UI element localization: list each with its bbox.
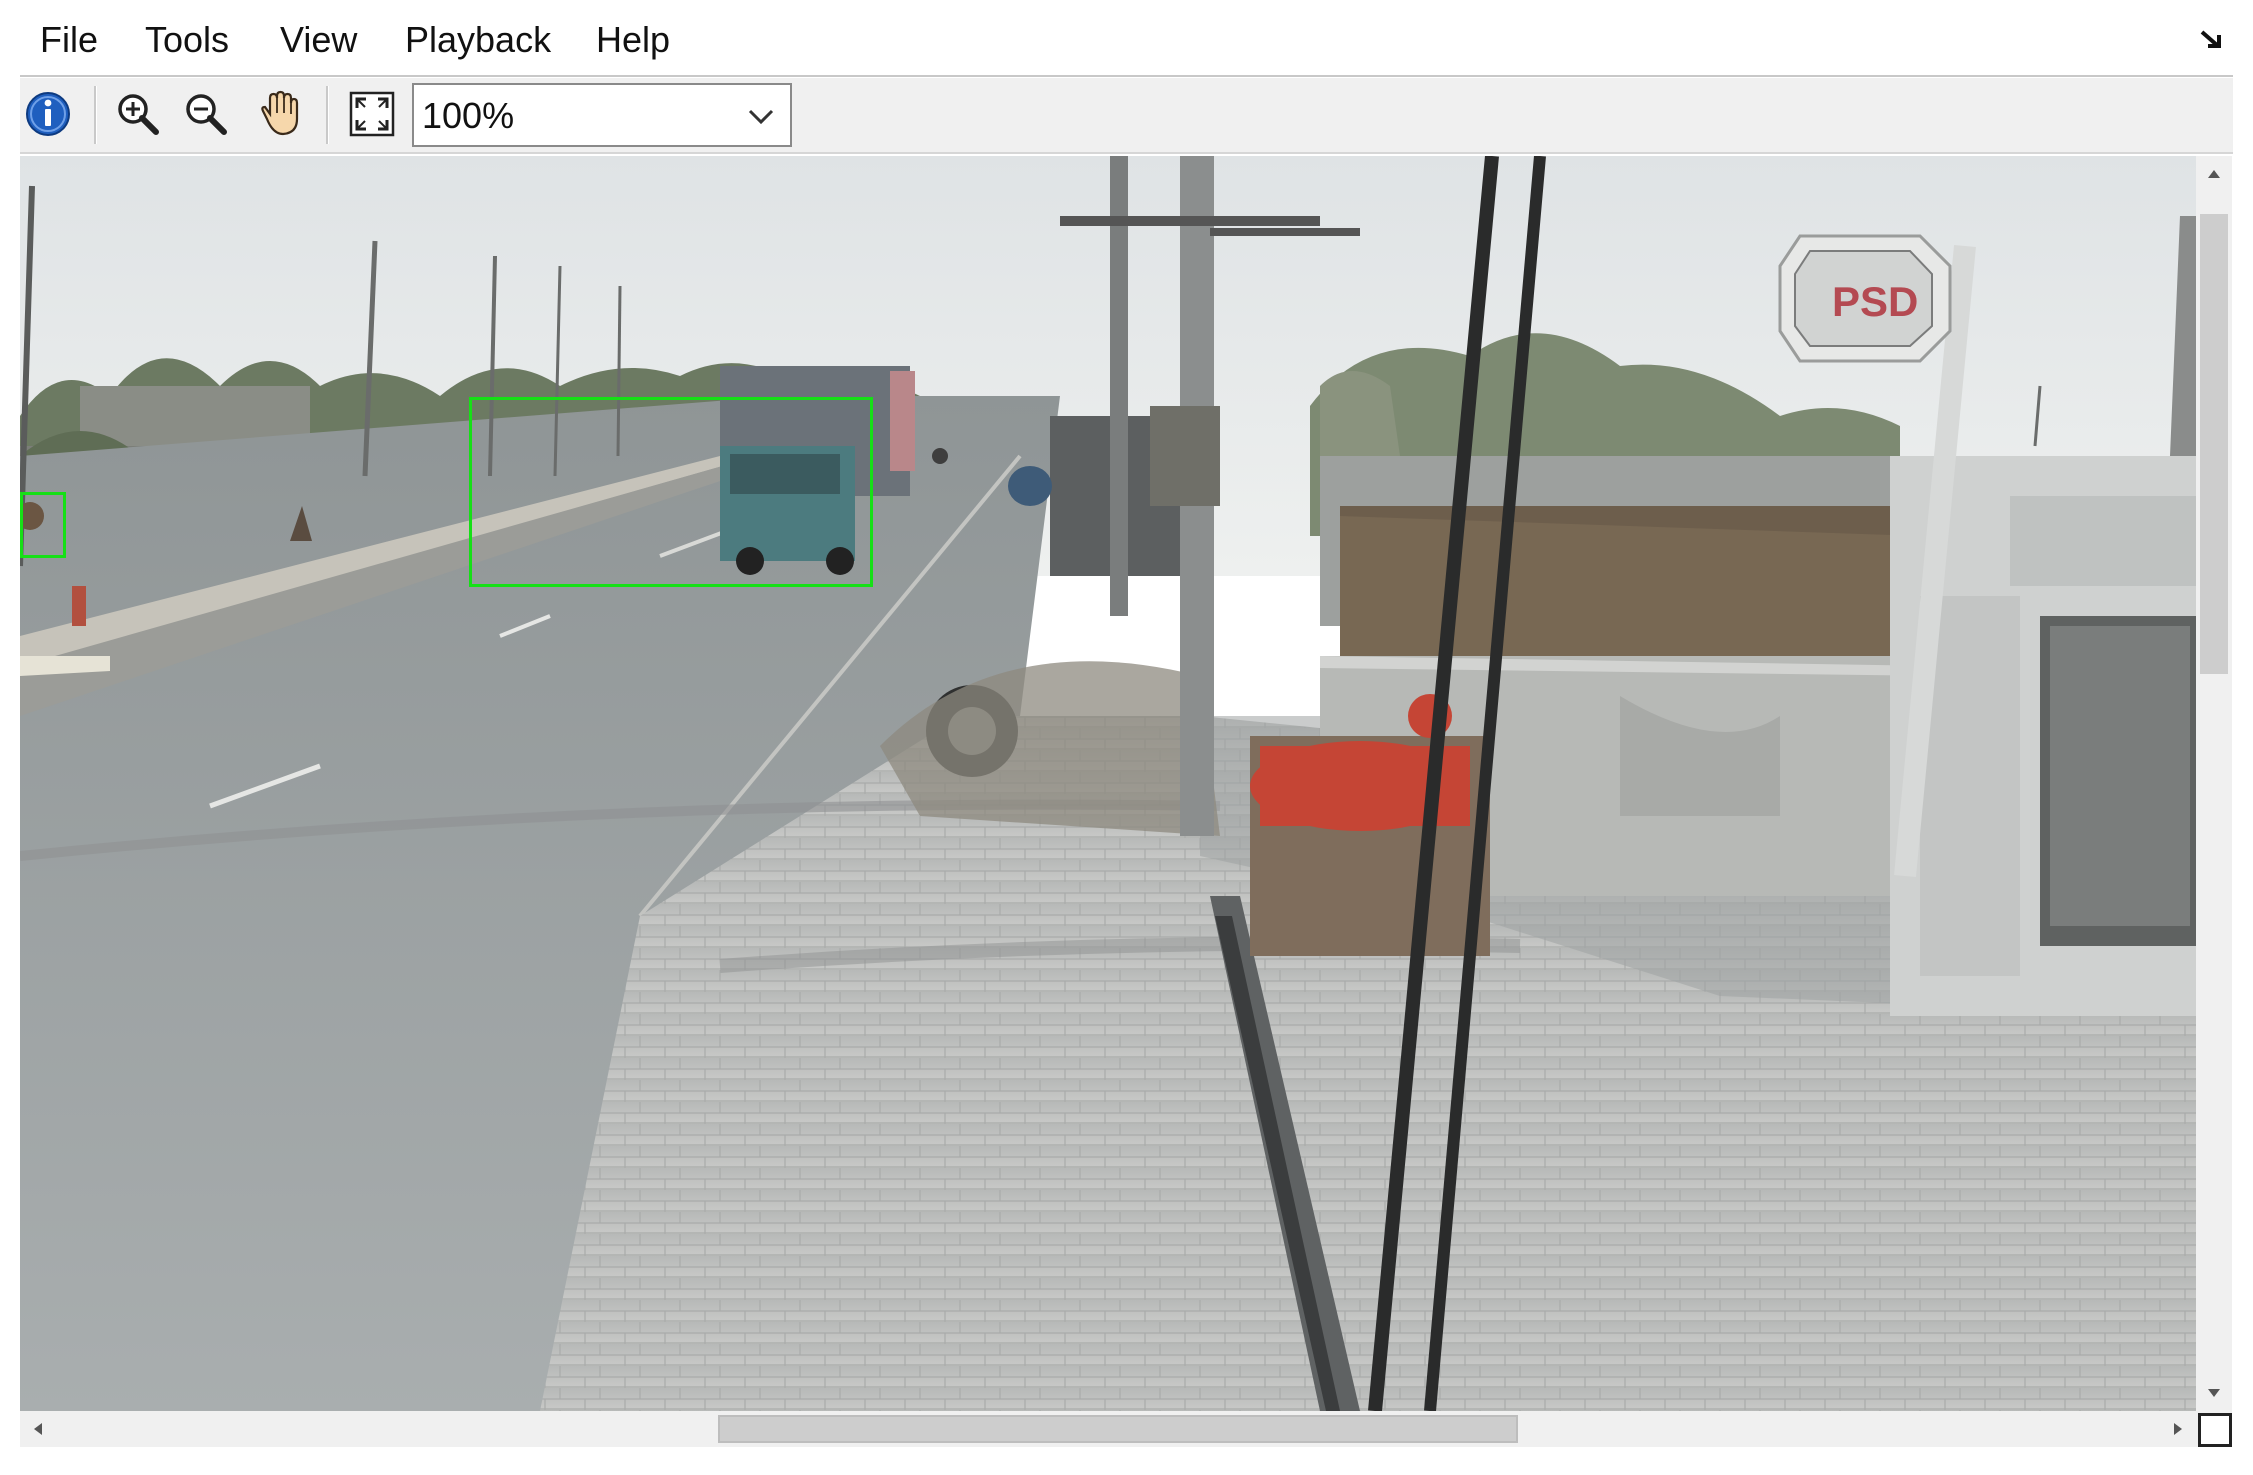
- psd-sign-text: PSD: [1832, 278, 1918, 325]
- toolbar: 100%: [20, 78, 2233, 154]
- menu-help[interactable]: Help: [596, 14, 670, 66]
- scroll-left-icon: [34, 1423, 42, 1435]
- toolbar-separator: [326, 86, 329, 144]
- zoom-out-button[interactable]: [180, 88, 232, 140]
- toolbar-separator: [94, 86, 97, 144]
- scroll-down-button[interactable]: [2196, 1375, 2232, 1411]
- menu-view[interactable]: View: [280, 14, 357, 66]
- scroll-up-button[interactable]: [2196, 156, 2232, 192]
- scroll-right-button[interactable]: [2160, 1411, 2196, 1447]
- horizontal-scroll-thumb[interactable]: [718, 1415, 1518, 1443]
- menu-playback[interactable]: Playback: [405, 14, 551, 66]
- video-viewport[interactable]: PSD: [20, 156, 2196, 1411]
- zoom-level-value: 100%: [422, 95, 515, 136]
- vertical-scroll-thumb[interactable]: [2200, 214, 2228, 674]
- menu-tools[interactable]: Tools: [145, 14, 229, 66]
- pan-hand-icon: [261, 90, 299, 136]
- scroll-down-icon: [2208, 1389, 2220, 1397]
- video-frame: PSD: [20, 156, 2196, 1411]
- info-icon: [26, 92, 70, 136]
- fit-to-window-icon: [349, 91, 395, 137]
- zoom-level-dropdown[interactable]: 100%: [412, 83, 792, 147]
- pan-button[interactable]: [252, 88, 304, 140]
- zoom-in-icon: [118, 94, 159, 135]
- detection-box-left-edge: [20, 492, 66, 558]
- horizontal-scrollbar[interactable]: [20, 1411, 2196, 1447]
- vertical-scrollbar[interactable]: [2196, 156, 2232, 1411]
- menu-separator: [20, 75, 2233, 77]
- scroll-left-button[interactable]: [20, 1411, 56, 1447]
- zoom-out-icon: [186, 94, 227, 135]
- chevron-down-icon: [748, 109, 774, 125]
- undock-arrow-icon[interactable]: [2196, 24, 2226, 54]
- scroll-up-icon: [2208, 170, 2220, 178]
- menu-bar: File Tools View Playback Help: [0, 0, 2253, 76]
- size-grip[interactable]: [2198, 1413, 2232, 1447]
- fit-to-window-button[interactable]: [346, 88, 398, 140]
- zoom-in-button[interactable]: [112, 88, 164, 140]
- menu-file[interactable]: File: [40, 14, 98, 66]
- info-button[interactable]: [22, 88, 74, 140]
- detection-box-truck: [469, 397, 873, 587]
- scroll-right-icon: [2174, 1423, 2182, 1435]
